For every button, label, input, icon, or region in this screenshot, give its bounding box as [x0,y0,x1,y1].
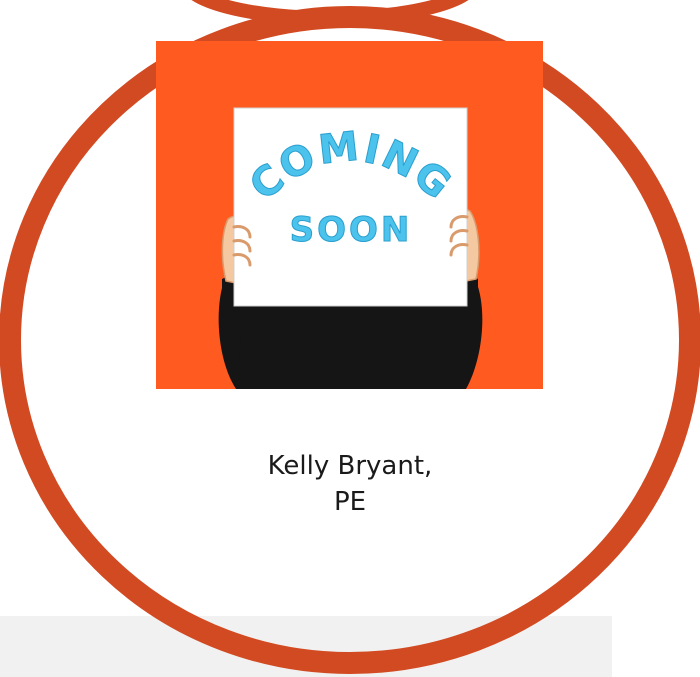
team-member-name: Kelly Bryant, PE [200,448,500,520]
name-line-2: PE [333,487,367,517]
name-line-1: Kelly Bryant, [267,451,433,481]
team-member-card: COMING SOON Kelly Bryant, PE [0,0,700,677]
sign-text-soon: SOON [290,210,413,250]
profile-photo-placeholder: COMING SOON [156,41,543,389]
